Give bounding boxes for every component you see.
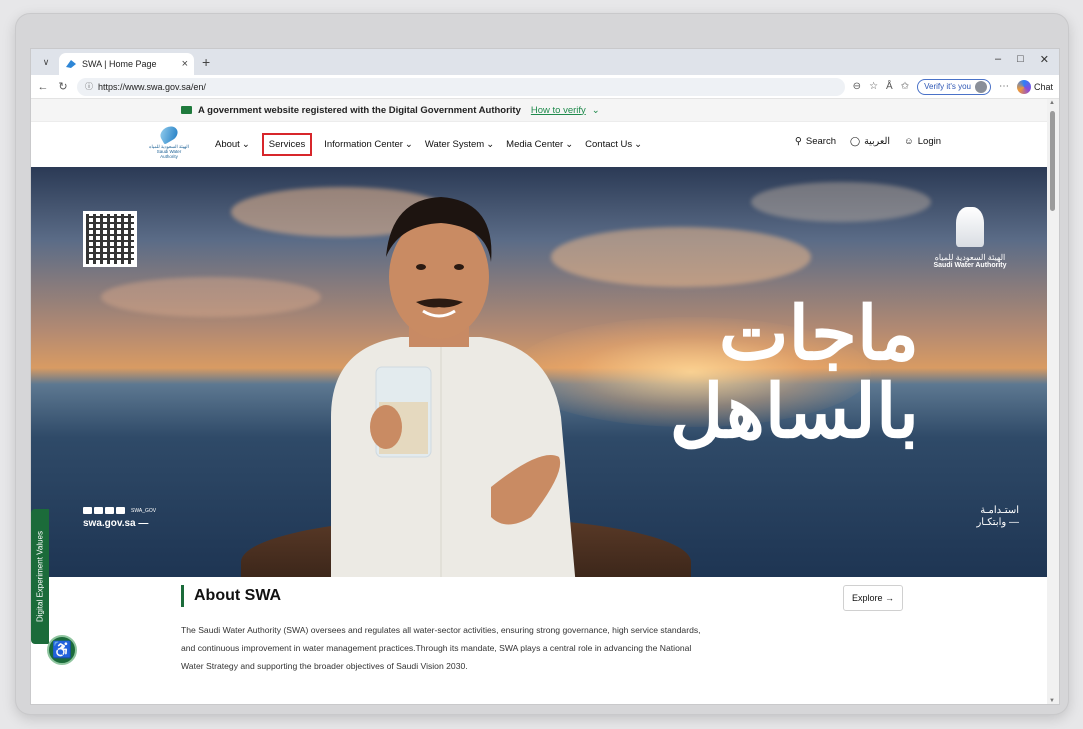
nav-item-services[interactable]: Services [261,133,313,156]
chevron-down-icon: ⌄ [634,139,643,150]
nav-item-water-system[interactable]: Water System ⌄ [425,139,494,150]
nav-item-about[interactable]: About ⌄ [215,139,250,150]
how-to-verify-link[interactable]: How to verify [531,105,586,116]
search-button[interactable]: ⚲ Search [795,136,836,147]
chevron-down-icon: ⌄ [486,139,495,150]
hero-banner: الهيئة السعودية للمياه Saudi Water Autho… [31,167,1049,577]
chevron-down-icon: ⌄ [565,139,574,150]
tab-close-icon[interactable]: × [182,58,188,70]
sustain-line1: استـدامـة [980,505,1019,516]
tab-strip: ∨ SWA | Home Page × + – □ ✕ [31,49,1059,75]
tab-search-icon[interactable]: ∨ [37,53,55,71]
youtube-icon[interactable] [105,507,114,514]
hero-calligraphy-line2: بالساهل [669,369,919,455]
chat-button[interactable]: Chat [1016,79,1053,94]
tab-title: SWA | Home Page [82,59,157,69]
about-section: About SWA The Saudi Water Authority (SWA… [181,585,911,675]
water-drop-logo-icon [157,122,181,145]
scroll-up-icon[interactable]: ▲ [1049,100,1055,106]
hero-logo-english: Saudi Water Authority [933,262,1007,269]
chevron-down-icon[interactable]: ⌄ [592,105,600,116]
favorite-star-icon[interactable]: ☆ [869,81,878,92]
close-window-button[interactable]: ✕ [1040,53,1049,66]
profile-avatar [974,80,987,93]
section-accent-bar [181,585,184,607]
user-icon: ☺ [904,136,914,147]
accessibility-icon[interactable]: ♿ [47,635,77,665]
browser-window: ∨ SWA | Home Page × + – □ ✕ ← ↻ ⓘ https:… [30,48,1060,705]
more-menu-icon[interactable]: ⋯ [999,81,1009,92]
chat-label: Chat [1033,81,1053,92]
about-title: About SWA [194,587,282,604]
url-field[interactable]: ⓘ https://www.swa.gov.sa/en/ [77,77,845,96]
site-info-icon[interactable]: ⓘ [85,81,93,92]
hero-calligraphy-line1: ماجات [718,291,919,377]
copilot-icon[interactable]: Å [886,81,893,92]
window-controls: – □ ✕ [995,53,1049,66]
nav-utilities: ⚲ Search ◯ العربية ☺ Login [795,136,941,147]
main-menu: About ⌄ Services Information Center ⌄ Wate… [215,133,642,156]
saudi-flag-icon [181,106,192,114]
cloud [101,277,321,317]
qr-code[interactable] [83,211,137,267]
chevron-down-icon: ⌄ [241,139,250,150]
man-holding-water-glass [331,197,576,577]
profile-verify-button[interactable]: Verify it's you [917,78,991,95]
hero-logo-arabic: الهيئة السعودية للمياه [934,253,1006,262]
social-handle: SWA_GOV [131,507,157,514]
swa-logo[interactable]: الهيئة السعودية للمياه Saudi Water Autho… [149,122,189,163]
browser-toolbar: ⊖ ☆ Å ✩ Verify it's you ⋯ Chat [853,78,1053,95]
address-bar: ← ↻ ⓘ https://www.swa.gov.sa/en/ ⊖ ☆ Å ✩… [31,75,1059,99]
search-icon: ⚲ [794,136,802,147]
instagram-icon[interactable] [94,507,103,514]
url-text: https://www.swa.gov.sa/en/ [98,81,206,92]
new-tab-button[interactable]: + [202,54,210,70]
hero-domain: swa.gov.sa — [83,518,149,529]
hero-swa-logo: الهيئة السعودية للمياه Saudi Water Autho… [925,207,1015,269]
language-icon: ◯ [850,136,861,146]
maximize-button[interactable]: □ [1017,53,1024,66]
chevron-down-icon: ⌄ [404,139,413,150]
login-button[interactable]: ☺ Login [904,136,941,147]
swa-emblem-icon [956,207,984,247]
verify-label: Verify it's you [924,82,971,91]
hero-calligraphy: ماجات بالساهل [619,297,919,449]
logo-text: الهيئة السعودية للمياه Saudi Water Autho… [149,143,189,159]
nav-item-media-center[interactable]: Media Center ⌄ [506,139,573,150]
sustain-line2: وابتكـار — [976,516,1019,528]
copilot-logo-icon [1016,79,1031,94]
reload-icon[interactable]: ↻ [57,80,69,93]
browser-tab[interactable]: SWA | Home Page × [59,53,194,75]
page-viewport: A government website registered with the… [31,99,1059,704]
site-navigation: الهيئة السعودية للمياه Saudi Water Autho… [31,122,1059,167]
favorites-icon[interactable]: ✩ [901,81,909,92]
page-scrollbar[interactable]: ▲ ▼ [1047,99,1059,704]
minimize-button[interactable]: – [995,53,1001,66]
cloud [751,182,931,222]
digital-experiment-values-tab[interactable]: Digital Experiment Values [31,509,49,644]
nav-item-information-center[interactable]: Information Center ⌄ [324,139,413,150]
explore-button[interactable]: Explore → [843,585,903,611]
sustainability-tagline: استـدامـة وابتكـار — [976,505,1019,528]
social-links: SWA_GOV swa.gov.sa — [83,507,156,529]
x-social-icon[interactable] [83,507,92,514]
government-banner-text: A government website registered with the… [198,104,521,116]
about-body: The Saudi Water Authority (SWA) oversees… [181,625,701,671]
scroll-down-icon[interactable]: ▼ [1049,698,1055,704]
linkedin-icon[interactable] [116,507,125,514]
zoom-icon[interactable]: ⊖ [853,81,861,92]
swa-favicon-icon [66,60,76,68]
government-banner: A government website registered with the… [31,99,1059,122]
language-toggle[interactable]: ◯ العربية [850,136,890,147]
scrollbar-thumb[interactable] [1050,111,1055,211]
back-arrow-icon[interactable]: ← [37,81,49,93]
nav-item-contact-us[interactable]: Contact Us ⌄ [585,139,642,150]
